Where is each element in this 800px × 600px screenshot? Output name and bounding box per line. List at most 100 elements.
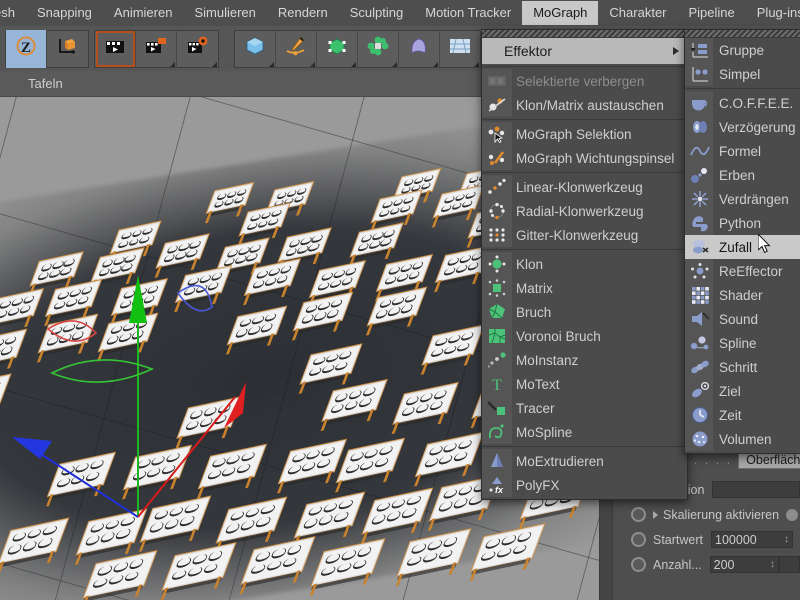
menubar-item-rendern[interactable]: Rendern bbox=[267, 1, 339, 25]
menu-item-moextrudieren[interactable]: MoExtrudieren bbox=[482, 449, 687, 473]
menu-header-effektor[interactable]: Effektor bbox=[482, 38, 687, 64]
menu-item-label: Verdrängen bbox=[719, 192, 789, 207]
menu-item-tracer[interactable]: Tracer bbox=[482, 396, 687, 420]
nurbs-generator-icon bbox=[326, 36, 348, 61]
menu-item-zeit[interactable]: Zeit bbox=[685, 403, 800, 427]
menu-item-moinstanz[interactable]: MoInstanz bbox=[482, 348, 687, 372]
toolbar-flyout-corner-icon[interactable] bbox=[433, 62, 438, 67]
menu-item-label: Erben bbox=[719, 168, 755, 183]
toolbar-group-1 bbox=[94, 30, 219, 68]
field-anzahl[interactable]: 200 ↕ bbox=[710, 556, 779, 573]
menu-item-erben[interactable]: Erben bbox=[685, 163, 800, 187]
menu-item-bruch[interactable]: Bruch bbox=[482, 300, 687, 324]
expand-triangle-icon[interactable] bbox=[653, 511, 658, 519]
nurbs-generator-button[interactable] bbox=[317, 30, 358, 68]
menu-item-label: MoSpline bbox=[516, 425, 572, 440]
field-anzahl-extra[interactable] bbox=[779, 556, 800, 573]
menu-item-c-o-f-f-e-e[interactable]: C.O.F.F.E.E. bbox=[685, 91, 800, 115]
render-settings-button[interactable] bbox=[177, 30, 218, 68]
menu-item-klon-matrix-austauschen[interactable]: Klon/Matrix austauschen bbox=[482, 93, 687, 117]
menu-item-label: Ziel bbox=[719, 384, 741, 399]
field-startwert[interactable]: 100000 ↕ bbox=[711, 531, 793, 548]
menu-section-1: MoGraph SelektionMoGraph Wichtungspinsel bbox=[482, 122, 687, 170]
radial-clone-tool-icon bbox=[486, 201, 508, 221]
menu-item-radial-klonwerkzeug[interactable]: Radial-Klonwerkzeug bbox=[482, 199, 687, 223]
menubar-item-animieren[interactable]: Animieren bbox=[103, 1, 184, 25]
menubar-item-charakter[interactable]: Charakter bbox=[598, 1, 677, 25]
render-view-button[interactable] bbox=[95, 30, 136, 68]
keyframe-dot-skalierung[interactable] bbox=[631, 507, 646, 522]
toolbar-flyout-corner-icon[interactable] bbox=[269, 62, 274, 67]
menu-section-4: MoExtrudierenfxPolyFX bbox=[482, 449, 687, 497]
menu-item-mograph-wichtungspinsel[interactable]: MoGraph Wichtungspinsel bbox=[482, 146, 687, 170]
menu-item-verz-gerung[interactable]: Verzögerung bbox=[685, 115, 800, 139]
toolbar-flyout-corner-icon[interactable] bbox=[310, 62, 315, 67]
toolbar-flyout-corner-icon[interactable] bbox=[351, 62, 356, 67]
cube-primitive-button[interactable] bbox=[235, 30, 276, 68]
menubar-item-esh[interactable]: esh bbox=[0, 1, 26, 25]
toolbar-flyout-corner-icon[interactable] bbox=[392, 62, 397, 67]
menu-item-simpel[interactable]: Simpel bbox=[685, 62, 800, 86]
keyframe-dot-anzahl[interactable] bbox=[631, 557, 646, 572]
menu-item-matrix[interactable]: Matrix bbox=[482, 276, 687, 300]
deformer-button[interactable] bbox=[399, 30, 440, 68]
menu-item-klon[interactable]: Klon bbox=[482, 252, 687, 276]
menu-tearoff-handle[interactable] bbox=[685, 30, 800, 38]
menu-item-polyfx[interactable]: fxPolyFX bbox=[482, 473, 687, 497]
menu-section-3: KlonMatrixBruchVoronoi BruchMoInstanzTMo… bbox=[482, 252, 687, 444]
toolbar-group-0: Z bbox=[5, 30, 89, 68]
target-effector-icon bbox=[689, 381, 711, 401]
menu-item-gruppe[interactable]: Gruppe bbox=[685, 38, 800, 62]
menu-item-mograph-selektion[interactable]: MoGraph Selektion bbox=[482, 122, 687, 146]
mograph-dropdown-menu[interactable]: EffektorSelektierte verbergenKlon/Matrix… bbox=[481, 29, 688, 500]
menubar-item-sculpting[interactable]: Sculpting bbox=[339, 1, 414, 25]
checkbox-skalierung[interactable] bbox=[786, 509, 798, 521]
python-effector-icon bbox=[689, 213, 711, 233]
menu-header-label: Effektor bbox=[504, 43, 552, 59]
menu-item-python[interactable]: Python bbox=[685, 211, 800, 235]
menu-item-zufall[interactable]: Zufall bbox=[685, 235, 800, 259]
toolbar-flyout-corner-icon[interactable] bbox=[474, 62, 479, 67]
effektor-submenu[interactable]: GruppeSimpel C.O.F.F.E.E.VerzögerungForme… bbox=[684, 29, 800, 454]
array-modeling-button[interactable] bbox=[358, 30, 399, 68]
spline-pen-button[interactable] bbox=[276, 30, 317, 68]
menu-item-spline[interactable]: Spline bbox=[685, 331, 800, 355]
value-anzahl: 200 bbox=[714, 558, 735, 572]
mograph-selection-icon bbox=[486, 124, 508, 144]
menu-item-label: Python bbox=[719, 216, 761, 231]
menu-separator bbox=[482, 119, 687, 120]
menu-item-volumen[interactable]: Volumen bbox=[685, 427, 800, 451]
menu-item-verdr-ngen[interactable]: Verdrängen bbox=[685, 187, 800, 211]
menubar-item-motion-tracker[interactable]: Motion Tracker bbox=[414, 1, 522, 25]
menu-item-gitter-klonwerkzeug[interactable]: Gitter-Klonwerkzeug bbox=[482, 223, 687, 247]
menu-item-sound[interactable]: Sound bbox=[685, 307, 800, 331]
menubar-item-snapping[interactable]: Snapping bbox=[26, 1, 103, 25]
menu-item-linear-klonwerkzeug[interactable]: Linear-Klonwerkzeug bbox=[482, 175, 687, 199]
toolbar-flyout-corner-icon[interactable] bbox=[170, 62, 175, 67]
inheritance-effector-icon bbox=[689, 165, 711, 185]
menu-item-shader[interactable]: Shader bbox=[685, 283, 800, 307]
cinema4d-window: eshSnappingAnimierenSimulierenRendernScu… bbox=[0, 0, 800, 600]
toolbar-flyout-corner-icon[interactable] bbox=[212, 62, 217, 67]
menu-item-formel[interactable]: Formel bbox=[685, 139, 800, 163]
menu-item-ziel[interactable]: Ziel bbox=[685, 379, 800, 403]
menubar-item-simulieren[interactable]: Simulieren bbox=[183, 1, 266, 25]
menu-item-mospline[interactable]: MoSpline bbox=[482, 420, 687, 444]
stepper-anzahl-icon[interactable]: ↕ bbox=[764, 559, 775, 570]
menubar-item-plug-ins[interactable]: Plug-ins bbox=[746, 1, 800, 25]
menubar-item-pipeline[interactable]: Pipeline bbox=[678, 1, 746, 25]
floor-environment-button[interactable] bbox=[440, 30, 481, 68]
menu-item-reeffector[interactable]: ReEffector bbox=[685, 259, 800, 283]
menu-tearoff-handle[interactable] bbox=[482, 30, 687, 38]
random-effector-icon bbox=[689, 237, 711, 257]
zbrush-z-button[interactable]: Z bbox=[6, 30, 47, 68]
menu-item-motext[interactable]: TMoText bbox=[482, 372, 687, 396]
menu-item-voronoi-bruch[interactable]: Voronoi Bruch bbox=[482, 324, 687, 348]
axis-cube-button[interactable] bbox=[47, 30, 88, 68]
render-region-button[interactable] bbox=[136, 30, 177, 68]
keyframe-dot-startwert[interactable] bbox=[631, 532, 646, 547]
menubar-item-mograph[interactable]: MoGraph bbox=[522, 1, 598, 25]
menu-item-schritt[interactable]: Schritt bbox=[685, 355, 800, 379]
stepper-startwert-icon[interactable]: ↕ bbox=[778, 534, 789, 545]
field-selektion[interactable] bbox=[712, 481, 800, 498]
